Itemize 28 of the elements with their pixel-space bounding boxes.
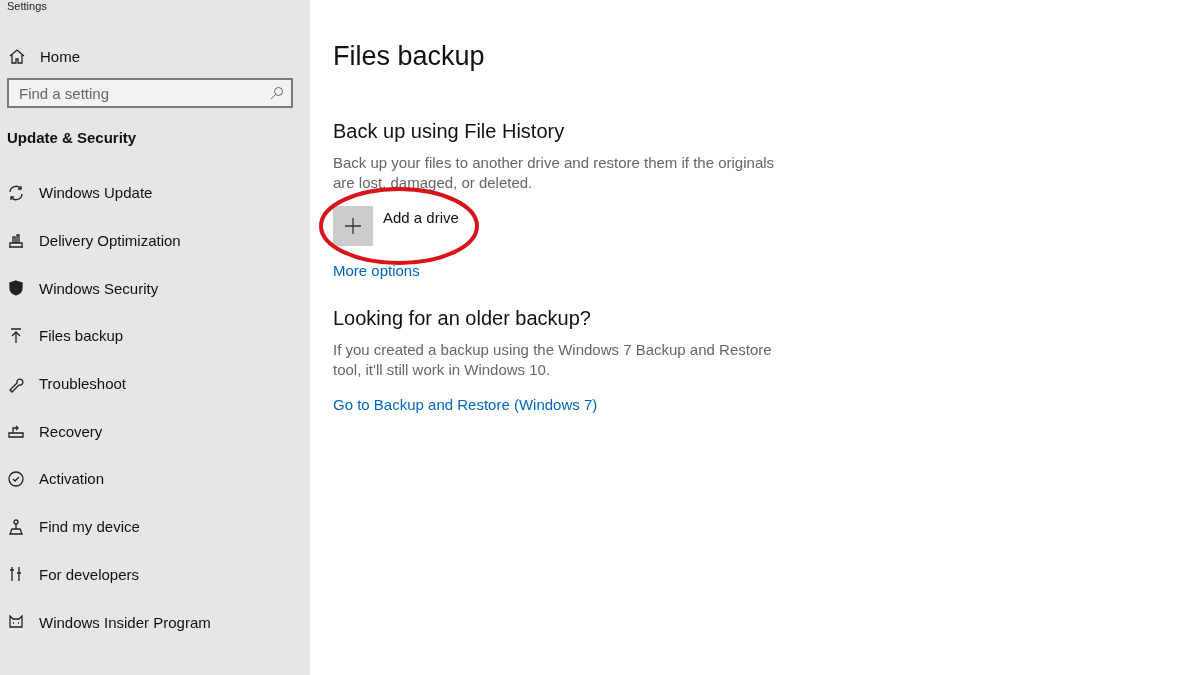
- nav-item[interactable]: Delivery Optimization: [0, 216, 310, 265]
- check-circle-icon: [7, 469, 25, 488]
- description: Back up your files to another drive and restore them if the originals are lost, damaged, or deleted.: [333, 153, 776, 193]
- window-title: Settings: [6, 0, 48, 14]
- search-icon: [270, 86, 284, 100]
- nav-item[interactable]: Windows Insider Program: [0, 598, 310, 646]
- nav-item[interactable]: Troubleshoot: [0, 359, 310, 408]
- nav-item[interactable]: Windows Update: [0, 169, 310, 217]
- link[interactable]: Go to Backup and Restore (Windows 7): [333, 395, 598, 415]
- nav-item[interactable]: Activation: [0, 455, 310, 503]
- home-link[interactable]: Home: [0, 44, 310, 68]
- nav-item[interactable]: Files backup: [0, 312, 310, 360]
- shield-icon: [7, 279, 25, 298]
- page-title: Files backup: [333, 40, 486, 72]
- description: If you created a backup using the Windows 7 Backup and Restore tool, it'll still work in Windows 10.: [333, 340, 773, 380]
- person-pin-icon: [7, 517, 25, 536]
- section-heading: Looking for an older backup?: [333, 306, 591, 331]
- refresh-icon: [7, 183, 25, 202]
- section-heading: Update & Security: [6, 129, 138, 146]
- home-icon: [8, 47, 26, 65]
- search-field[interactable]: Find a setting: [7, 78, 293, 108]
- link[interactable]: More options: [333, 261, 420, 281]
- plus-icon: [333, 206, 373, 246]
- nav-item[interactable]: For developers: [0, 550, 310, 599]
- nav-item[interactable]: Windows Security: [0, 264, 310, 313]
- section-heading: Back up using File History: [333, 119, 565, 144]
- nav-item[interactable]: Recovery: [0, 407, 310, 456]
- nav-item[interactable]: Find my device: [0, 502, 310, 551]
